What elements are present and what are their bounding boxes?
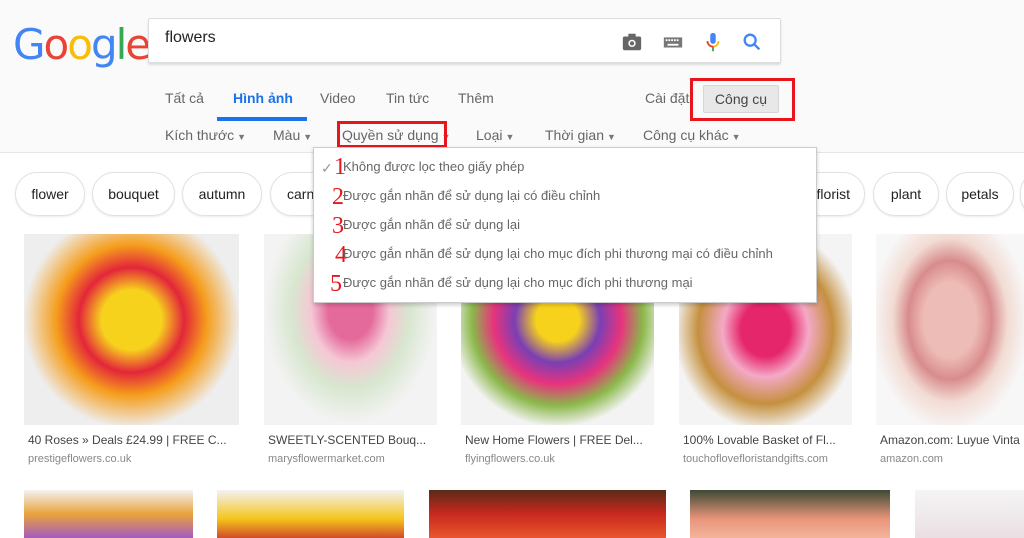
chip-plant[interactable]: plant <box>873 172 939 216</box>
caret-down-icon: ▼ <box>607 132 616 142</box>
result-title[interactable]: New Home Flowers | FREE Del... <box>465 433 655 447</box>
caret-down-icon: ▼ <box>303 132 313 142</box>
keyboard-icon[interactable] <box>662 31 684 53</box>
tab-images[interactable]: Hình ảnh <box>233 90 293 106</box>
annotation-box-usage-rights <box>337 121 447 148</box>
usage-option-reuse-modification[interactable]: Được gắn nhãn để sử dụng lại có điều chỉ… <box>343 188 600 203</box>
caret-down-icon: ▼ <box>505 132 515 142</box>
annotation-number: 5 <box>330 271 342 297</box>
caret-down-icon: ▼ <box>731 132 741 142</box>
google-logo[interactable]: Google <box>13 20 151 69</box>
annotation-box-tools <box>690 78 795 121</box>
usage-option-reuse[interactable]: Được gắn nhãn để sử dụng lại <box>343 217 520 232</box>
camera-icon[interactable] <box>621 31 643 53</box>
filter-label: Công cụ khác <box>643 127 729 143</box>
search-input[interactable] <box>165 29 585 47</box>
caret-down-icon: ▼ <box>237 132 247 142</box>
result-image[interactable] <box>217 490 404 538</box>
tab-video[interactable]: Video <box>320 90 356 106</box>
result-image[interactable] <box>429 490 666 538</box>
usage-option-not-filtered[interactable]: Không được lọc theo giấy phép <box>343 159 524 174</box>
chip-petals[interactable]: petals <box>946 172 1014 216</box>
result-domain: marysflowermarket.com <box>268 453 385 465</box>
usage-rights-dropdown: ✓ 1 Không được lọc theo giấy phép 2 Được… <box>313 147 817 303</box>
usage-option-noncommercial[interactable]: Được gắn nhãn để sử dụng lại cho mục đíc… <box>343 275 693 290</box>
settings-link[interactable]: Cài đặt <box>645 90 689 106</box>
active-tab-indicator <box>217 117 307 121</box>
tab-all[interactable]: Tất cả <box>165 90 204 106</box>
result-image[interactable] <box>915 490 1024 538</box>
filter-more-tools[interactable]: Công cụ khác ▼ <box>643 127 741 143</box>
filter-label: Thời gian <box>545 127 604 143</box>
search-box <box>148 18 781 63</box>
result-domain: touchoflovefloristandgifts.com <box>683 453 828 465</box>
tab-more[interactable]: Thêm <box>458 90 494 106</box>
checkmark-icon: ✓ <box>321 160 333 176</box>
search-icon[interactable] <box>741 31 763 53</box>
filter-label: Loại <box>476 127 503 143</box>
filter-label: Kích thước <box>165 127 235 143</box>
usage-option-noncommercial-modification[interactable]: Được gắn nhãn để sử dụng lại cho mục đíc… <box>343 246 773 261</box>
chip-bouquet[interactable]: bouquet <box>92 172 175 216</box>
result-domain: flyingflowers.co.uk <box>465 453 555 465</box>
filter-size[interactable]: Kích thước ▼ <box>165 127 246 143</box>
filter-label: Màu <box>273 127 301 143</box>
result-title[interactable]: Amazon.com: Luyue Vinta <box>880 433 1024 447</box>
filter-color[interactable]: Màu ▼ <box>273 127 312 143</box>
chip-next[interactable] <box>1020 172 1024 216</box>
filter-type[interactable]: Loại ▼ <box>476 127 514 143</box>
result-title[interactable]: 100% Lovable Basket of Fl... <box>683 433 853 447</box>
result-title[interactable]: SWEETLY-SCENTED Bouq... <box>268 433 438 447</box>
filter-time[interactable]: Thời gian ▼ <box>545 127 616 143</box>
tab-news[interactable]: Tin tức <box>386 90 429 106</box>
result-image[interactable] <box>24 490 193 538</box>
result-domain: prestigeflowers.co.uk <box>28 453 132 465</box>
result-title[interactable]: 40 Roses » Deals £24.99 | FREE C... <box>28 433 238 447</box>
result-image[interactable] <box>24 234 239 425</box>
chip-flower[interactable]: flower <box>15 172 85 216</box>
result-image[interactable] <box>690 490 890 538</box>
chip-autumn[interactable]: autumn <box>182 172 262 216</box>
microphone-icon[interactable] <box>702 31 724 53</box>
result-image[interactable] <box>876 234 1024 425</box>
result-domain: amazon.com <box>880 453 943 465</box>
